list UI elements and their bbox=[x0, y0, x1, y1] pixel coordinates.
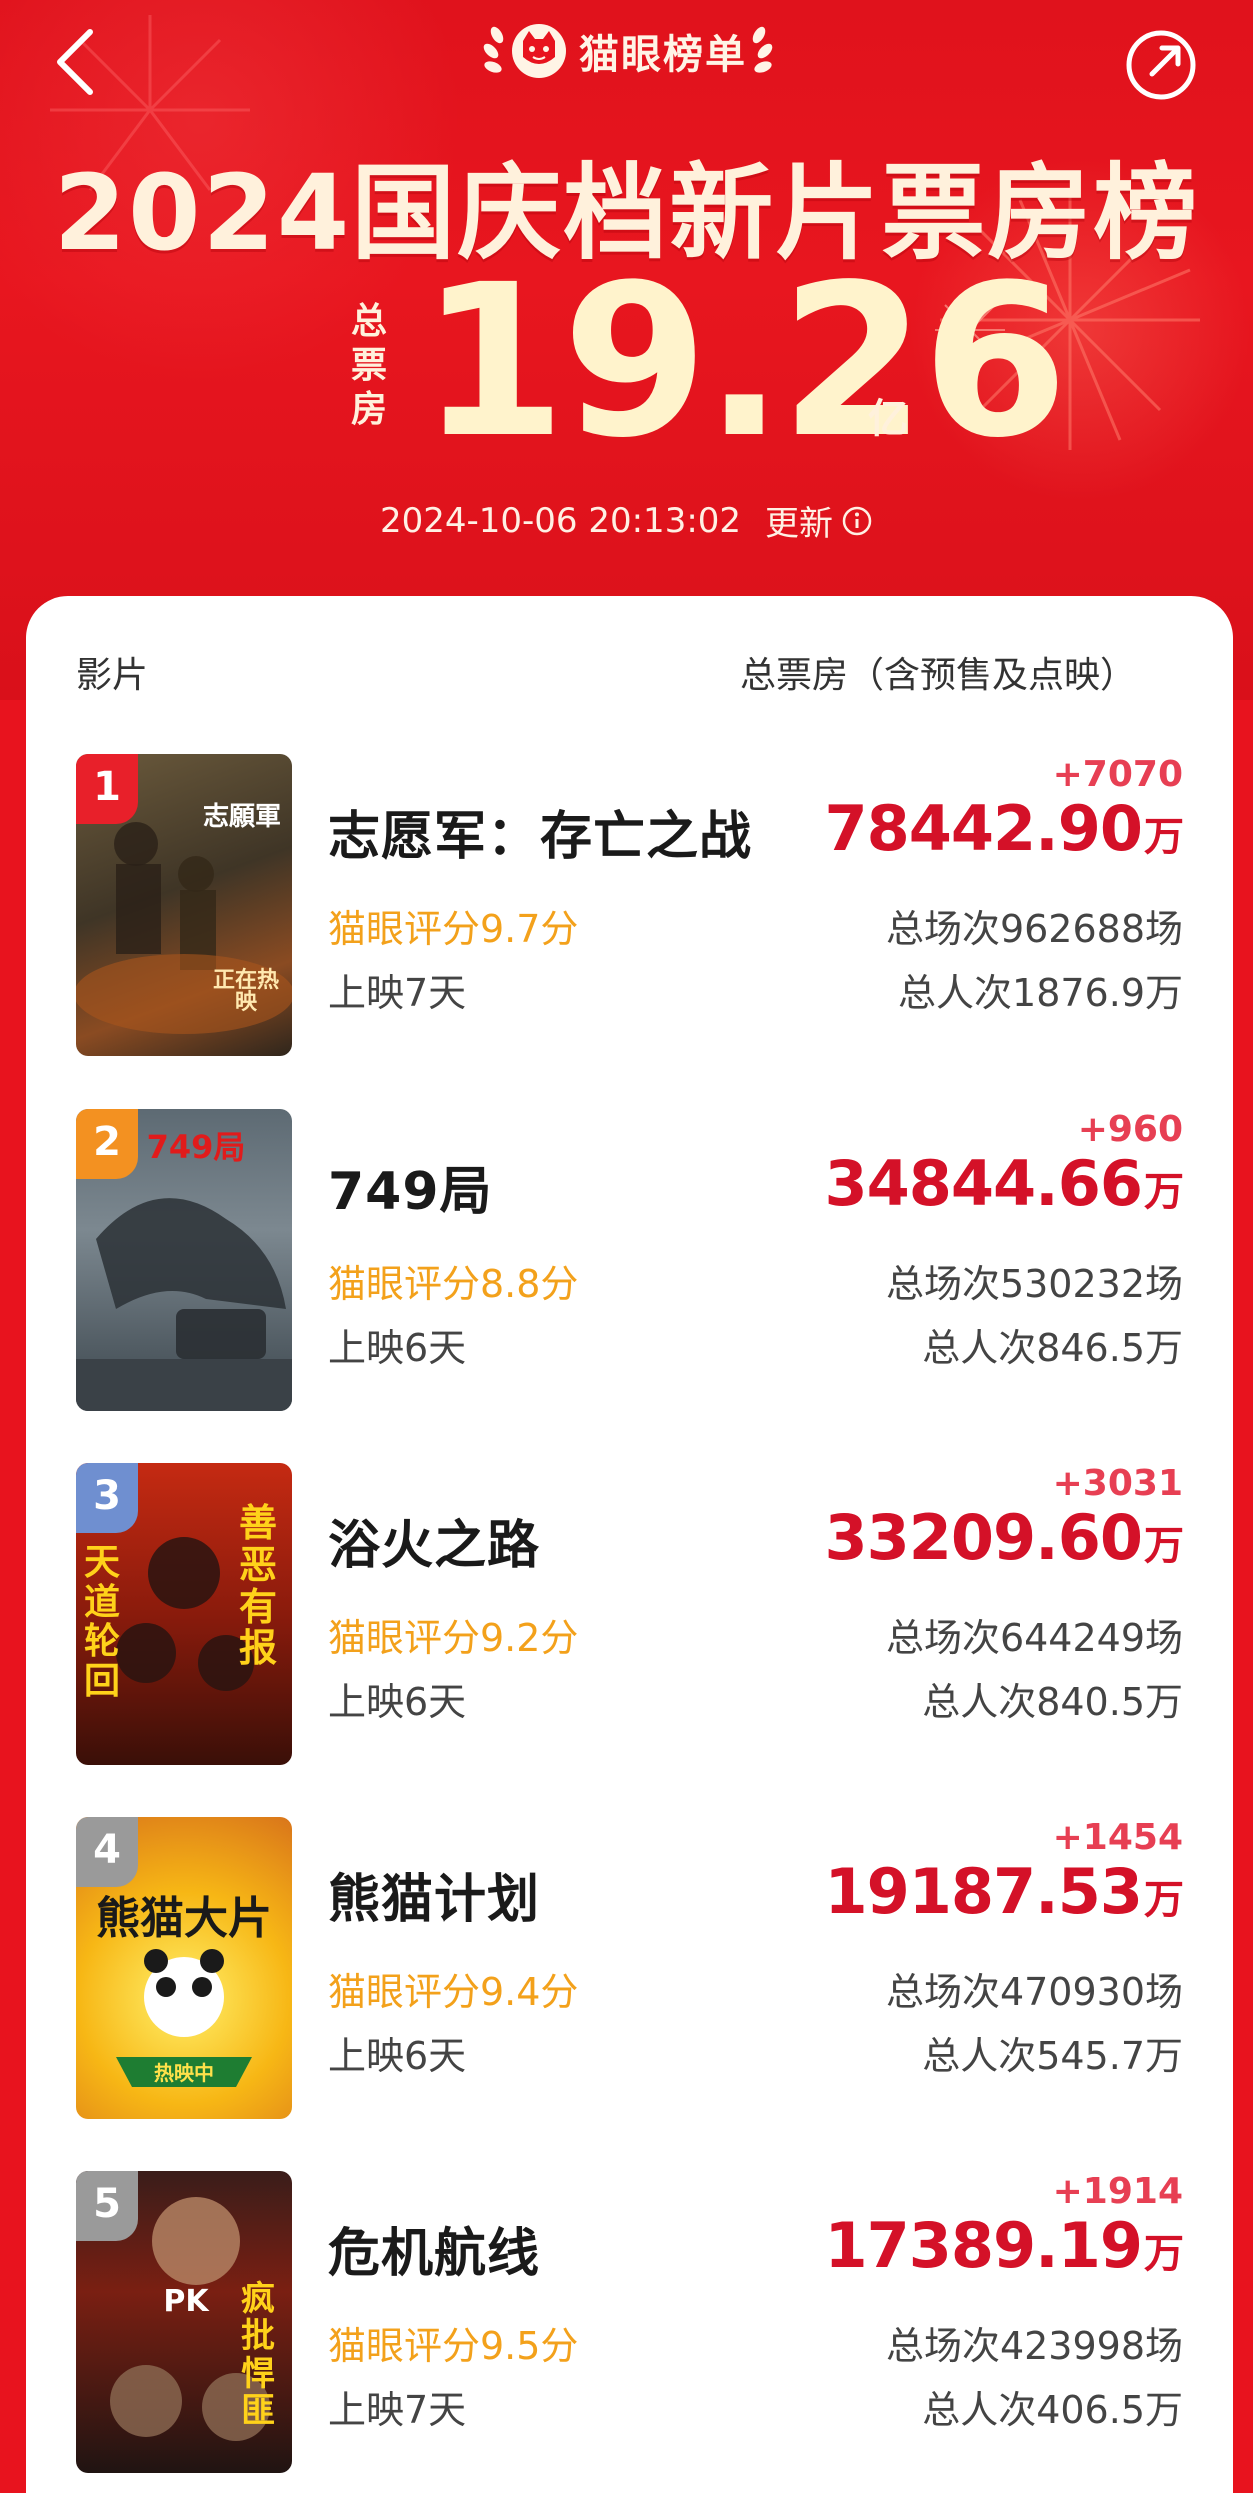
movie-row[interactable]: 749局 2 749局 猫眼评分8.8分 上映6天 +960 34844.66万… bbox=[26, 1109, 1233, 1464]
release-days: 上映6天 bbox=[328, 2034, 467, 2078]
movie-poster[interactable]: 志願軍 正在热映 1 bbox=[76, 754, 292, 1056]
movie-poster[interactable]: 善恶有报 天道轮回 3 bbox=[76, 1463, 292, 1765]
info-icon[interactable] bbox=[841, 505, 873, 537]
box-office-delta: +3031 bbox=[1052, 1463, 1183, 1504]
brand-title: 猫眼榜单 bbox=[579, 32, 747, 78]
top-bar: 猫眼榜单 bbox=[0, 0, 1253, 130]
back-arrow-icon bbox=[57, 29, 93, 95]
release-days: 上映7天 bbox=[328, 971, 467, 1015]
rank-badge: 2 bbox=[76, 1109, 138, 1179]
release-days: 上映6天 bbox=[328, 1680, 467, 1724]
total-label-char: 票 bbox=[350, 345, 387, 386]
box-office-unit: 万 bbox=[1144, 1169, 1184, 1215]
box-office-value: 19187.53 bbox=[824, 1855, 1143, 1928]
maoyan-score: 猫眼评分9.4分 bbox=[328, 1970, 579, 2014]
maoyan-score: 猫眼评分9.7分 bbox=[328, 907, 579, 951]
laurel-right-icon bbox=[752, 26, 773, 73]
column-header-box-office: 总票房（含预售及点映） bbox=[740, 655, 1137, 696]
box-office-delta: +1454 bbox=[1052, 1817, 1183, 1858]
box-office-unit: 万 bbox=[1144, 814, 1184, 860]
movie-title[interactable]: 志愿军：存亡之战 bbox=[328, 794, 752, 869]
box-office-unit: 万 bbox=[1144, 2231, 1184, 2277]
box-office-delta: +1914 bbox=[1052, 2171, 1183, 2212]
column-header-movie: 影片 bbox=[76, 655, 149, 696]
movie-title[interactable]: 熊猫计划 bbox=[328, 1857, 540, 1932]
movie-poster[interactable]: 749局 2 bbox=[76, 1109, 292, 1411]
box-office-total: 33209.60万 bbox=[824, 1501, 1184, 1574]
maoyan-score: 猫眼评分9.5分 bbox=[328, 2324, 579, 2368]
total-label-char: 房 bbox=[350, 389, 387, 430]
total-box-value: 19.26 bbox=[420, 239, 1068, 484]
total-shows: 总场次644249场 bbox=[885, 1616, 1183, 1660]
box-office-total: 34844.66万 bbox=[824, 1147, 1184, 1220]
movie-row[interactable]: 善恶有报 天道轮回 3 浴火之路 猫眼评分9.2分 上映6天 +3031 332… bbox=[26, 1463, 1233, 1818]
movie-row[interactable]: 熊猫大片 热映中 4 熊猫计划 猫眼评分9.4分 上映6天 +1454 1918… bbox=[26, 1817, 1233, 2172]
box-office-delta: +7070 bbox=[1052, 754, 1183, 795]
box-office-value: 78442.90 bbox=[824, 792, 1143, 865]
total-admissions: 总人次545.7万 bbox=[922, 2034, 1183, 2078]
update-label: 更新 bbox=[765, 504, 834, 544]
box-office-value: 17389.19 bbox=[824, 2209, 1143, 2282]
laurel-left-icon bbox=[483, 26, 504, 73]
brand-header: 猫眼榜单 bbox=[448, 16, 808, 86]
total-box-label: 总 票 房 bbox=[344, 300, 394, 432]
poster-subtitle: 正在热映 bbox=[212, 968, 279, 1015]
rank-badge: 5 bbox=[76, 2171, 138, 2241]
poster-title: 善恶有报 bbox=[238, 1501, 277, 1671]
movie-poster[interactable]: 熊猫大片 热映中 4 bbox=[76, 1817, 292, 2119]
total-shows: 总场次470930场 bbox=[885, 1970, 1183, 2014]
total-shows: 总场次962688场 bbox=[885, 907, 1183, 951]
update-time-row: 2024-10-06 20:13:02 更新 bbox=[0, 496, 1253, 545]
maoyan-score: 猫眼评分9.2分 bbox=[328, 1616, 579, 1660]
rank-badge: 3 bbox=[76, 1463, 138, 1533]
total-admissions: 总人次840.5万 bbox=[922, 1680, 1183, 1724]
update-timestamp: 2024-10-06 20:13:02 bbox=[379, 500, 742, 541]
box-office-value: 33209.60 bbox=[824, 1501, 1143, 1574]
total-shows: 总场次530232场 bbox=[885, 1262, 1183, 1306]
poster-subtitle: 天道轮回 bbox=[83, 1542, 120, 1702]
rank-badge: 4 bbox=[76, 1817, 138, 1887]
box-office-value: 34844.66 bbox=[824, 1147, 1143, 1220]
maoyan-cat-logo-icon bbox=[512, 24, 566, 78]
box-office-total: 17389.19万 bbox=[824, 2209, 1184, 2282]
movie-row[interactable]: 疯批悍匪 PK 5 危机航线 猫眼评分9.5分 上映7天 +1914 17389… bbox=[26, 2171, 1233, 2493]
box-office-unit: 万 bbox=[1144, 1523, 1184, 1569]
movie-poster[interactable]: 疯批悍匪 PK 5 bbox=[76, 2171, 292, 2473]
poster-title: 749局 bbox=[146, 1128, 246, 1166]
movie-title[interactable]: 749局 bbox=[328, 1149, 493, 1224]
box-office-delta: +960 bbox=[1077, 1109, 1183, 1150]
total-label-char: 总 bbox=[350, 301, 387, 342]
box-office-unit: 万 bbox=[1144, 1877, 1184, 1923]
poster-subtitle: 热映中 bbox=[154, 2061, 214, 2085]
poster-title: 疯批悍匪 bbox=[241, 2279, 275, 2432]
box-office-total: 78442.90万 bbox=[824, 792, 1184, 865]
total-box-unit: 亿 bbox=[868, 396, 908, 442]
maoyan-score: 猫眼评分8.8分 bbox=[328, 1262, 579, 1306]
share-button[interactable] bbox=[1120, 24, 1202, 106]
poster-subtitle: PK bbox=[163, 2284, 209, 2319]
rank-badge: 1 bbox=[76, 754, 138, 824]
share-icon bbox=[1126, 30, 1196, 100]
total-admissions: 总人次846.5万 bbox=[922, 1326, 1183, 1370]
poster-title: 志願軍 bbox=[202, 802, 281, 832]
release-days: 上映6天 bbox=[328, 1326, 467, 1370]
release-days: 上映7天 bbox=[328, 2388, 467, 2432]
movie-title[interactable]: 危机航线 bbox=[328, 2211, 540, 2286]
movie-title[interactable]: 浴火之路 bbox=[328, 1503, 540, 1578]
total-admissions: 总人次406.5万 bbox=[922, 2388, 1183, 2432]
box-office-total: 19187.53万 bbox=[824, 1855, 1184, 1928]
total-shows: 总场次423998场 bbox=[885, 2324, 1183, 2368]
back-button[interactable] bbox=[44, 22, 114, 102]
total-admissions: 总人次1876.9万 bbox=[898, 971, 1183, 1015]
poster-title: 熊猫大片 bbox=[96, 1893, 272, 1944]
movie-row[interactable]: 志願軍 正在热映 1 志愿军：存亡之战 猫眼评分9.7分 上映7天 +7070 … bbox=[26, 754, 1233, 1109]
